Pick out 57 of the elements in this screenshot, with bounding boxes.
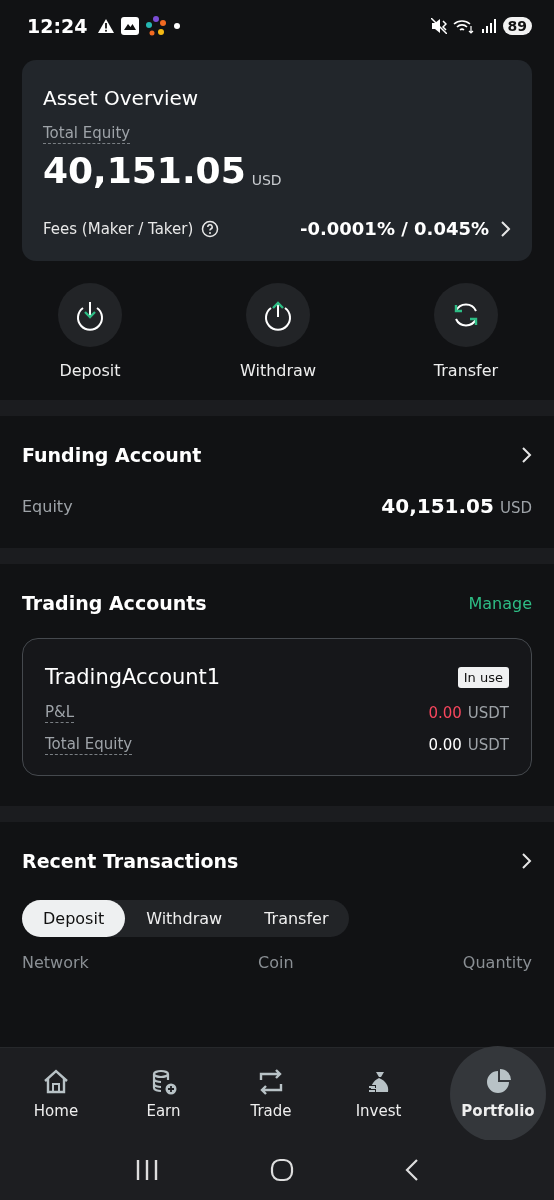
chevron-right-icon[interactable] — [520, 446, 532, 464]
tab[interactable]: Withdraw — [125, 900, 244, 937]
tab[interactable]: Transfer — [243, 900, 350, 937]
action-button[interactable]: Transfer — [416, 283, 516, 380]
currency-label: USDT — [467, 736, 509, 754]
battery-level: 89 — [502, 17, 532, 35]
nav-tab[interactable]: Home — [20, 1056, 92, 1132]
column-header: Quantity — [462, 953, 532, 972]
clock-time: 12:24 — [27, 15, 88, 37]
nav-tab[interactable]: Invest — [342, 1056, 415, 1132]
pie-chart-icon — [484, 1068, 512, 1096]
equity-label[interactable]: Total Equity — [43, 124, 131, 144]
fees-label: Fees (Maker / Taker) — [43, 219, 194, 238]
section-title: Recent Transactions — [22, 850, 239, 872]
withdraw-icon — [262, 299, 294, 331]
card-title: Asset Overview — [43, 86, 200, 110]
currency-label: USDT — [467, 704, 509, 722]
mute-icon — [430, 18, 447, 34]
column-header: Coin — [258, 953, 294, 972]
equity-label: Equity — [22, 496, 73, 516]
help-icon[interactable] — [201, 219, 220, 238]
nav-tab[interactable]: Portfolio — [450, 1046, 546, 1142]
chevron-right-icon[interactable] — [499, 219, 511, 238]
currency-label: USD — [251, 172, 282, 190]
metric-value: 0.00 — [428, 704, 462, 722]
tab[interactable]: Deposit — [22, 900, 126, 937]
nav-tab[interactable]: Earn — [127, 1056, 200, 1132]
pinwheel-icon — [145, 15, 168, 37]
account-name: TradingAccount1 — [45, 665, 221, 689]
nav-tab[interactable]: Trade — [235, 1056, 307, 1132]
home-button-icon[interactable] — [270, 1158, 294, 1182]
manage-link[interactable]: Manage — [468, 593, 532, 613]
back-icon[interactable] — [404, 1158, 419, 1182]
equity-value: 40,151.05 — [43, 150, 246, 192]
notification-dot-icon — [173, 22, 182, 30]
action-button[interactable]: Deposit — [40, 283, 140, 380]
equity-value: 40,151.05 — [381, 494, 494, 518]
chevron-right-icon[interactable] — [520, 852, 532, 870]
deposit-icon — [74, 299, 106, 331]
section-title: Trading Accounts — [22, 592, 207, 614]
fees-value: -0.0001% / 0.045% — [299, 218, 489, 239]
warning-icon — [97, 18, 116, 34]
column-header: Network — [22, 953, 89, 972]
metric-value: 0.00 — [428, 736, 462, 754]
recents-icon[interactable] — [135, 1159, 160, 1181]
signal-icon — [480, 18, 497, 34]
action-button[interactable]: Withdraw — [228, 283, 328, 380]
app-icon — [121, 17, 140, 35]
section-title: Funding Account — [22, 444, 202, 466]
status-badge: In use — [457, 666, 509, 688]
account-card[interactable]: TradingAccount1 In use P&L 0.00 USDT Total Equity 0.00 USDT — [22, 638, 532, 776]
metric-label[interactable]: P&L — [45, 703, 75, 723]
home-icon — [42, 1068, 70, 1096]
metric-label[interactable]: Total Equity — [45, 735, 133, 755]
currency-label: USD — [499, 499, 532, 517]
wifi-icon — [452, 18, 475, 34]
swap-arrows-icon — [257, 1068, 285, 1096]
